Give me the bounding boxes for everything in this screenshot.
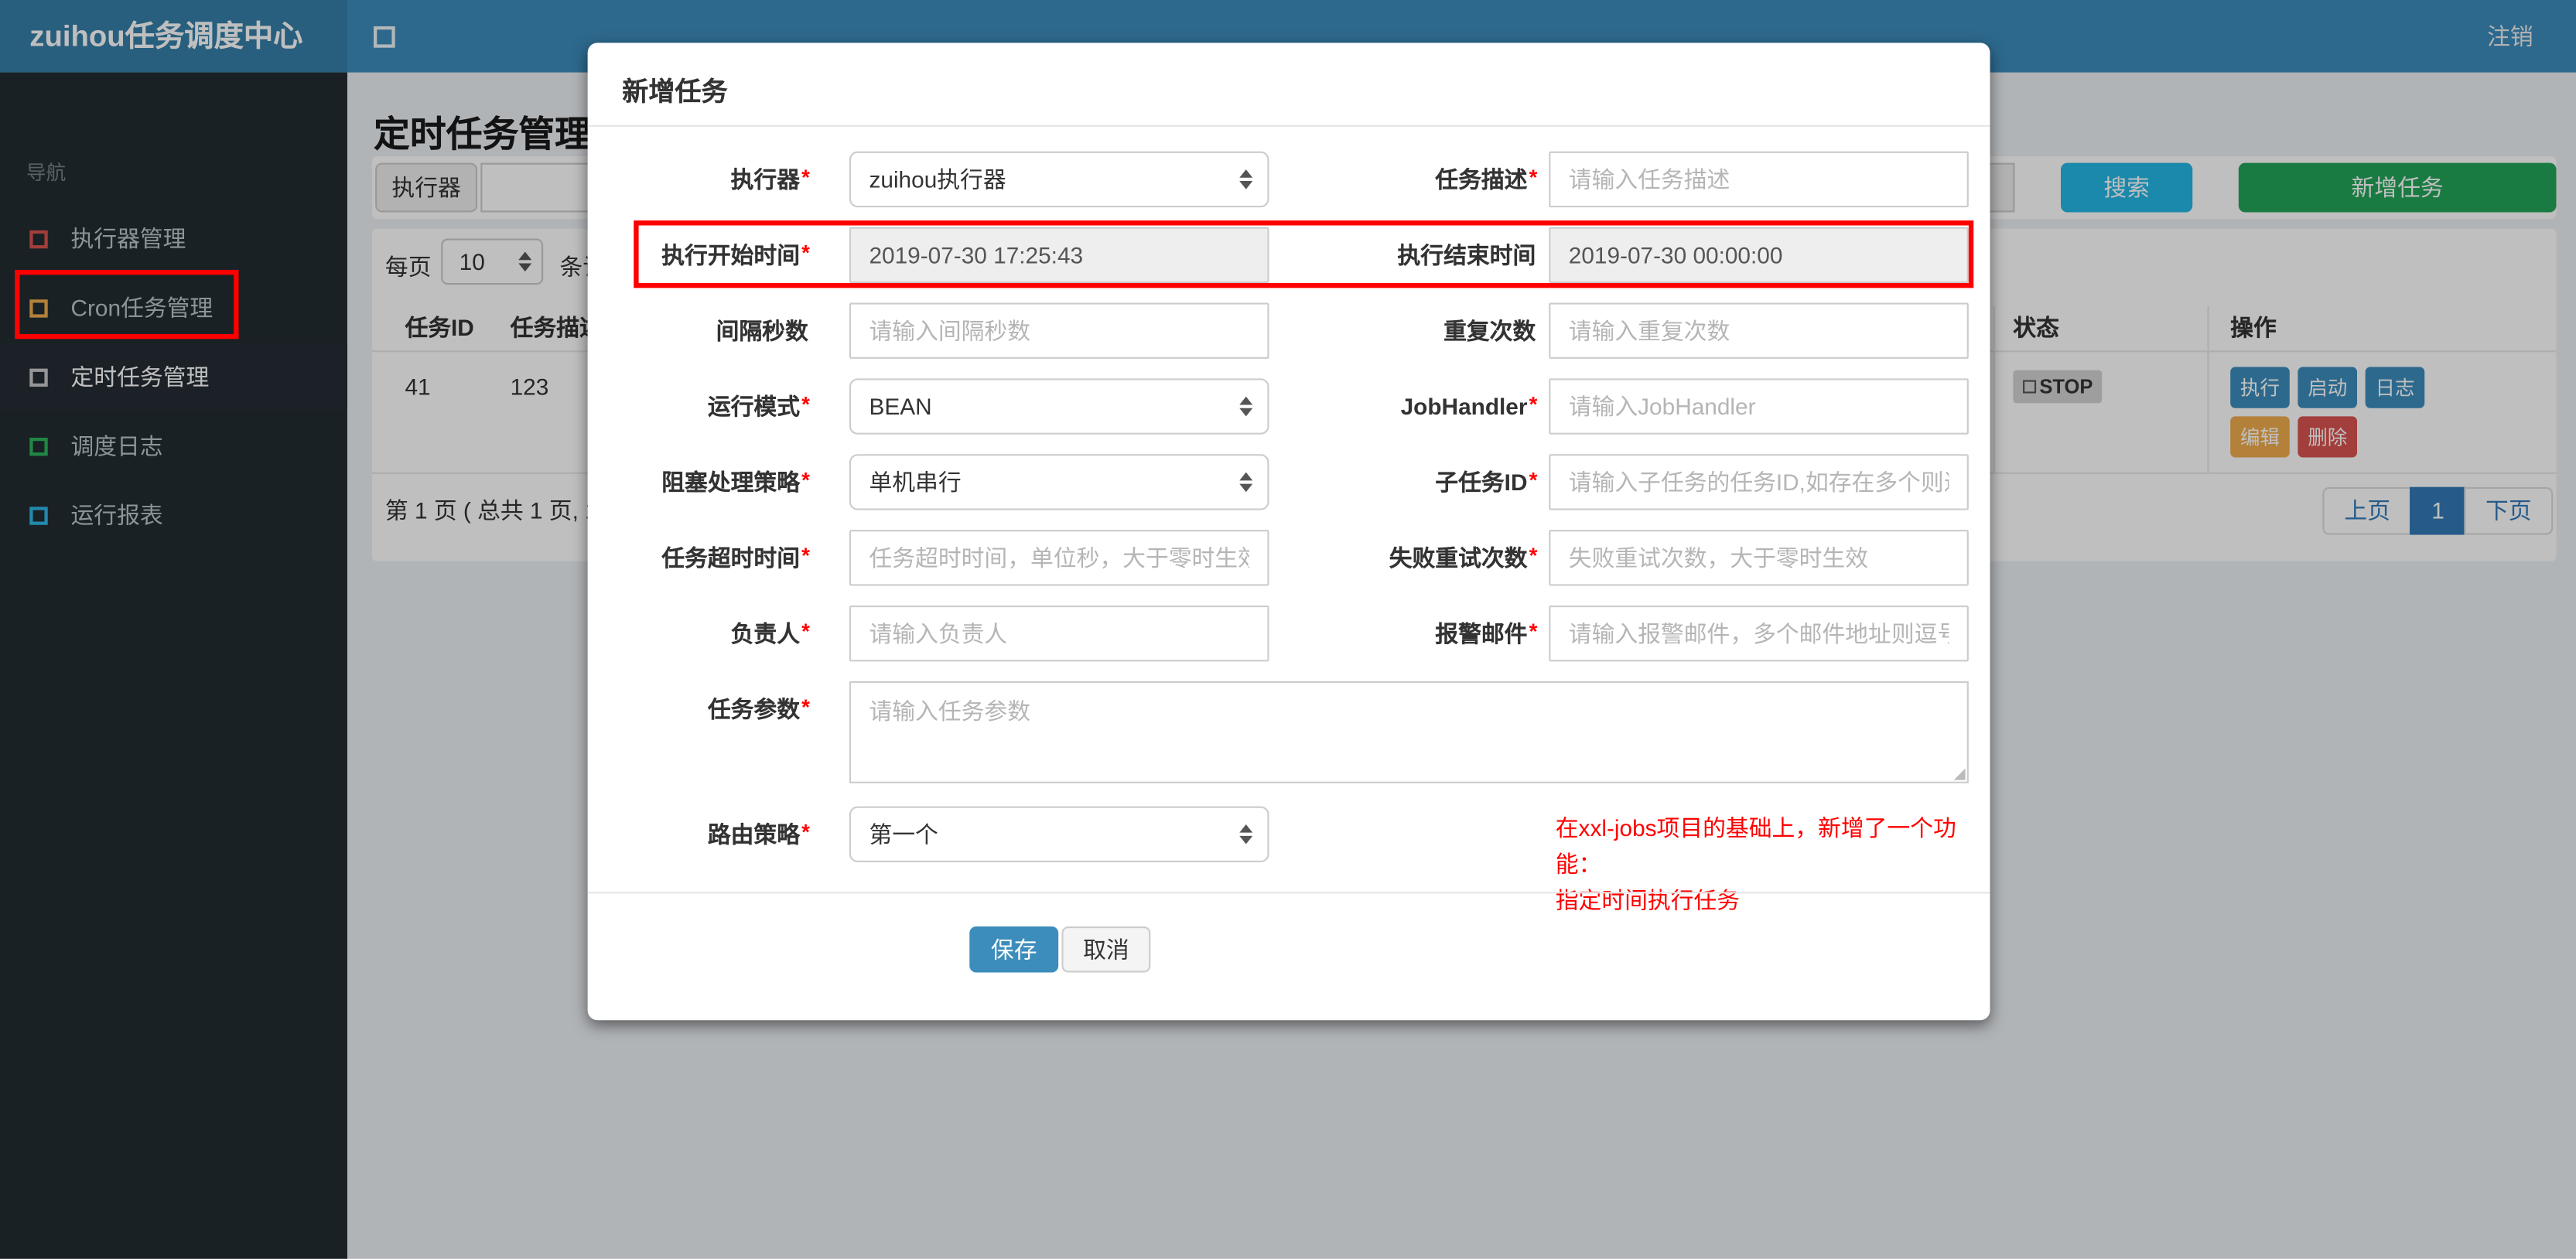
select-spinner-icon [1239,169,1253,189]
repeat-input[interactable] [1549,302,1969,359]
modal-note-line2: 指定时间执行任务 [1555,886,1741,913]
job-handler-label: JobHandler * [1400,391,1538,420]
form-row: 执行器 * zuihou执行器 任务描述 * [588,151,1990,208]
viewport: zuihou任务调度中心 注销 导航 执行器管理 Cron任务管理 定时任务管理 调度… [0,0,2576,1259]
form-row: 任务参数 * [588,681,1990,783]
executor-select-value: zuihou执行器 [869,165,1006,193]
executor-select[interactable]: zuihou执行器 [849,151,1269,208]
select-spinner-icon [1239,472,1253,493]
block-strategy-select-value: 单机串行 [869,469,962,496]
alarm-email-label: 报警邮件 * [1435,619,1538,647]
executor-label: 执行器 * [730,164,810,193]
interval-label: 间隔秒数 [716,317,808,344]
owner-input[interactable] [849,606,1269,662]
params-label: 任务参数 * [707,694,810,723]
block-strategy-select[interactable]: 单机串行 [849,454,1269,510]
annotation-box-time-row [634,220,1974,288]
child-job-input[interactable] [1549,454,1969,510]
job-desc-label: 任务描述 * [1435,164,1538,193]
form-row: 间隔秒数 重复次数 [588,302,1990,359]
select-spinner-icon [1239,396,1253,417]
select-spinner-icon [1239,824,1253,844]
job-desc-input[interactable] [1549,151,1969,208]
retry-label: 失败重试次数 * [1389,543,1538,571]
glue-type-label: 运行模式 * [707,391,810,420]
modal-header-divider [587,125,1990,127]
resize-handle-icon[interactable] [1953,768,1966,780]
block-strategy-label: 阻塞处理策略 * [661,467,810,496]
modal-note-line1: 在xxl-jobs项目的基础上，新增了一个功能： [1555,814,1956,878]
annotation-box-sidebar [15,269,239,339]
alarm-email-input[interactable] [1549,606,1969,662]
params-textarea[interactable] [849,681,1969,783]
modal-note: 在xxl-jobs项目的基础上，新增了一个功能： 指定时间执行任务 [1556,810,1987,918]
glue-type-select-value: BEAN [869,393,932,420]
owner-label: 负责人 * [730,619,810,647]
interval-input[interactable] [849,302,1269,359]
form-row: 运行模式 * BEAN JobHandler * [588,378,1990,435]
add-job-modal: 新增任务 执行器* zuihou执行器 任务描述* 执行开始时间* 执行结束时间… [587,43,1990,1021]
child-job-label: 子任务ID * [1435,467,1538,496]
form-row: 任务超时时间* 失败重试次数* [588,530,1990,586]
retry-input[interactable] [1549,530,1969,586]
modal-title: 新增任务 [622,79,728,107]
timeout-input[interactable] [849,530,1269,586]
form-row: 负责人* 报警邮件* [588,606,1990,662]
route-label: 路由策略 * [707,819,810,848]
repeat-label: 重复次数 [1443,317,1536,344]
form-row: 阻塞处理策略 * 单机串行 子任务ID * [588,454,1990,510]
route-select-value: 第一个 [869,821,938,848]
route-select[interactable]: 第一个 [849,806,1269,862]
glue-type-select[interactable]: BEAN [849,378,1269,435]
job-handler-input[interactable] [1549,378,1969,435]
modal-footer-divider [587,892,1990,894]
cancel-button[interactable]: 取消 [1061,926,1151,973]
timeout-label: 任务超时时间 * [661,543,810,571]
save-button[interactable]: 保存 [969,926,1059,973]
